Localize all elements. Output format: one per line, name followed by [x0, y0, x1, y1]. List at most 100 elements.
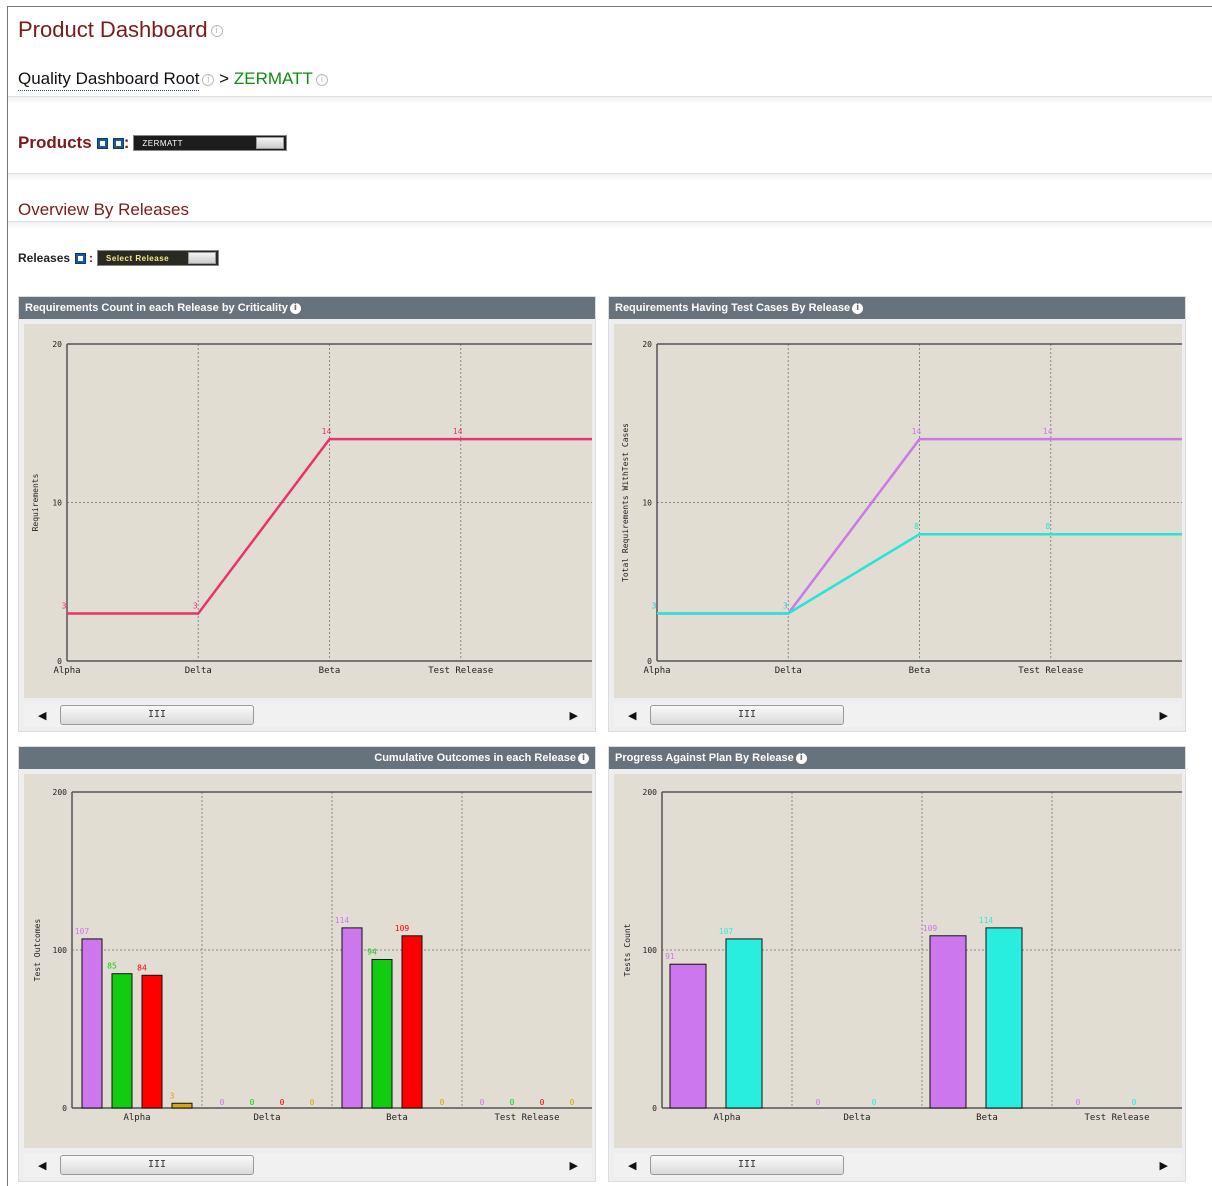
divider	[8, 96, 1212, 104]
chart-plot-area: 0 100 200 Alpha Delta Beta Test Release Test Ou…	[24, 774, 592, 1148]
chart-plot-area: 0 10 20 Alpha Delta Beta Test Release Requireme…	[24, 324, 592, 698]
x-tick-label: Alpha	[713, 1113, 740, 1123]
panel-title: Requirements Having Test Cases By Releas…	[615, 302, 851, 314]
data-label: 109	[923, 924, 938, 933]
products-select-value: ZERMATT	[142, 138, 184, 148]
dropdown-arrow-icon[interactable]	[188, 252, 217, 264]
data-label: 109	[395, 924, 410, 933]
release-select[interactable]: Select Release	[97, 250, 220, 266]
horizontal-scrollbar[interactable]: ◀ III ▶	[614, 1153, 1182, 1177]
bar	[401, 935, 423, 1109]
data-label: 107	[75, 927, 90, 936]
data-label: 0	[1132, 1098, 1137, 1107]
y-tick-label: 10	[52, 499, 62, 508]
y-axis-label: Test Outcomes	[33, 919, 42, 982]
data-label: 114	[335, 916, 350, 925]
data-label: 0	[440, 1098, 445, 1107]
x-tick-label: Alpha	[643, 666, 670, 676]
page-title: Product Dashboard i	[18, 17, 223, 43]
chart-panel-progress-plan: Progress Against Plan By Release i 0 100 20…	[608, 746, 1186, 1182]
horizontal-scrollbar[interactable]: ◀ III ▶	[24, 703, 592, 727]
breadcrumb-current: ZERMATT	[233, 69, 313, 88]
products-colon: :	[123, 133, 130, 152]
dropdown-arrow-icon[interactable]	[256, 137, 285, 149]
bar-chart-cumulative-outcomes: 0 100 200 Alpha Delta Beta Test Release Test Ou…	[33, 788, 592, 1123]
x-tick-label: Delta	[185, 666, 212, 676]
expand-icon[interactable]	[96, 137, 108, 149]
bar	[111, 973, 133, 1109]
info-icon[interactable]: i	[852, 302, 864, 314]
scrollbar-thumb[interactable]: III	[60, 1155, 254, 1175]
panel-header: Requirements Count in each Release by Cr…	[19, 297, 595, 319]
data-label: 14	[912, 427, 922, 436]
breadcrumb-root-link[interactable]: Quality Dashboard Root	[18, 69, 200, 91]
scrollbar-thumb[interactable]: III	[650, 1155, 844, 1175]
scroll-right-icon[interactable]: ▶	[570, 709, 578, 722]
products-row: Products : ZERMATT	[18, 133, 288, 153]
scrollbar-thumb[interactable]: III	[650, 705, 844, 725]
x-tick-label: Test Release	[1084, 1113, 1149, 1123]
data-label: 114	[979, 916, 994, 925]
divider	[8, 173, 1212, 181]
data-label: 3	[170, 1091, 175, 1100]
panel-title: Cumulative Outcomes in each Release	[374, 752, 576, 764]
panel-header: Progress Against Plan By Release i	[609, 747, 1185, 769]
info-icon[interactable]: i	[210, 25, 223, 38]
breadcrumb-separator: >	[219, 69, 230, 88]
collapse-icon[interactable]	[112, 137, 124, 149]
x-tick-label: Delta	[253, 1113, 280, 1123]
chart-plot-area: 0 100 200 Alpha Delta Beta Test Release Tests C…	[614, 774, 1182, 1148]
panel-title: Progress Against Plan By Release	[615, 752, 794, 764]
bar	[341, 927, 363, 1109]
scroll-right-icon[interactable]: ▶	[570, 1159, 578, 1172]
scroll-left-icon[interactable]: ◀	[38, 1159, 46, 1172]
divider	[8, 221, 1212, 229]
expand-icon[interactable]	[75, 252, 87, 264]
y-axis-label: Tests Count	[623, 923, 632, 976]
data-label: 0	[1076, 1098, 1081, 1107]
y-tick-label: 0	[62, 1104, 67, 1113]
line-chart-requirements-test-cases: 0 10 20 Alpha Delta Beta Test Release Total Req…	[621, 340, 1182, 676]
bar-chart-progress-plan: 0 100 200 Alpha Delta Beta Test Release Tests C…	[623, 788, 1182, 1123]
scrollbar-thumb[interactable]: III	[60, 705, 254, 725]
y-axis-label: Requirements	[31, 473, 40, 531]
y-tick-label: 200	[53, 788, 68, 797]
scroll-right-icon[interactable]: ▶	[1160, 1159, 1168, 1172]
chart-panel-cumulative-outcomes: Cumulative Outcomes in each Release i 0 10…	[18, 746, 596, 1182]
bar	[371, 958, 393, 1109]
horizontal-scrollbar[interactable]: ◀ III ▶	[24, 1153, 592, 1177]
info-icon[interactable]: i	[202, 73, 215, 86]
data-label: 91	[665, 952, 675, 961]
data-label: 8	[1045, 522, 1050, 531]
data-label: 0	[310, 1098, 315, 1107]
data-label: 14	[322, 427, 332, 436]
x-tick-label: Alpha	[53, 666, 80, 676]
data-label: 94	[367, 947, 377, 956]
products-select[interactable]: ZERMATT	[133, 135, 288, 151]
data-label: 0	[872, 1098, 877, 1107]
info-icon[interactable]: i	[289, 302, 301, 314]
chart-plot-area: 0 10 20 Alpha Delta Beta Test Release Total Req…	[614, 324, 1182, 698]
data-label: 0	[540, 1098, 545, 1107]
data-label: 3	[193, 601, 198, 610]
x-tick-label: Beta	[909, 666, 931, 676]
scroll-left-icon[interactable]: ◀	[628, 1159, 636, 1172]
scroll-left-icon[interactable]: ◀	[628, 709, 636, 722]
scroll-left-icon[interactable]: ◀	[38, 709, 46, 722]
info-icon[interactable]: i	[315, 73, 328, 86]
y-tick-label: 0	[647, 657, 652, 666]
y-tick-label: 0	[652, 1104, 657, 1113]
data-label: 0	[280, 1098, 285, 1107]
bar	[171, 1102, 193, 1109]
panel-header: Requirements Having Test Cases By Releas…	[609, 297, 1185, 319]
bar	[725, 938, 763, 1109]
horizontal-scrollbar[interactable]: ◀ III ▶	[614, 703, 1182, 727]
data-label: 14	[453, 427, 463, 436]
info-icon[interactable]: i	[795, 752, 807, 764]
section-title: Overview By Releases	[18, 200, 190, 219]
info-icon[interactable]: i	[578, 752, 589, 764]
data-label: 3	[652, 601, 657, 610]
scroll-right-icon[interactable]: ▶	[1160, 709, 1168, 722]
x-tick-label: Delta	[843, 1113, 870, 1123]
products-label: Products	[18, 133, 92, 152]
